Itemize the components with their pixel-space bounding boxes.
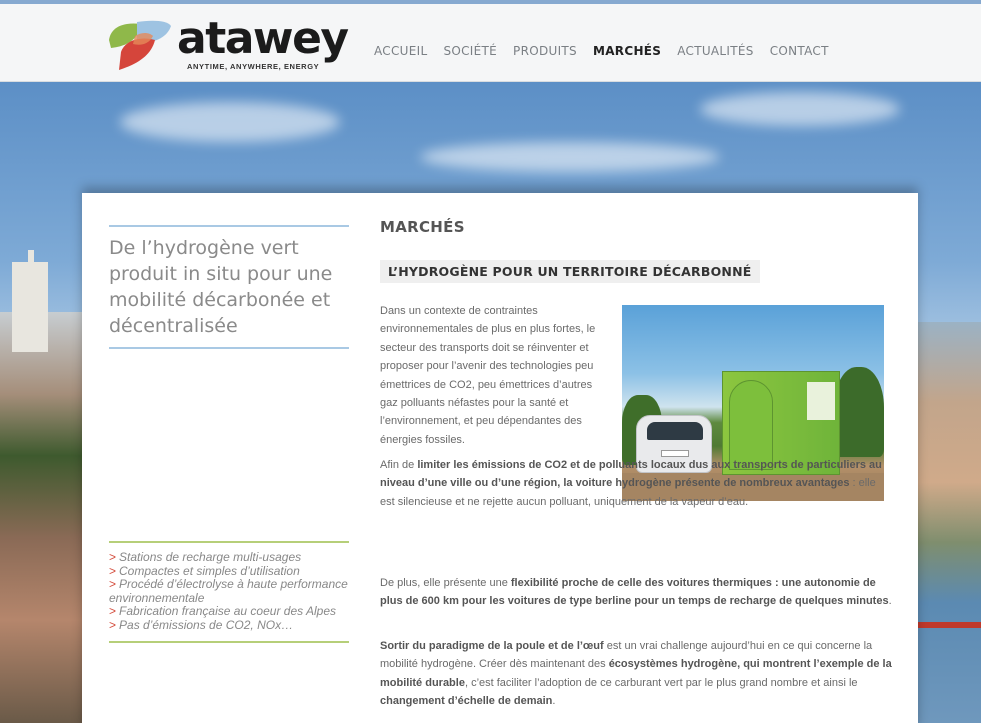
nav-item-accueil[interactable]: ACCUEIL: [374, 44, 427, 58]
leaf-logo-icon: [109, 20, 171, 70]
paragraph-emissions: Afin de limiter les émissions de CO2 et …: [380, 459, 882, 508]
paragraph-flexibility: De plus, elle présente une flexibilité p…: [380, 577, 892, 608]
arrow-icon: >: [109, 577, 117, 592]
nav-item-contact[interactable]: CONTACT: [770, 44, 829, 58]
nav-item-actualites[interactable]: ACTUALITÉS: [677, 44, 753, 58]
nav-item-produits[interactable]: PRODUITS: [513, 44, 577, 58]
list-item: > Fabrication française au coeur des Alpe…: [109, 604, 337, 619]
site-logo[interactable]: atawey ANYTIME, ANYWHERE, ENERGY: [107, 14, 352, 76]
arrow-icon: >: [109, 550, 117, 564]
tower-spire-icon: [28, 250, 34, 270]
divider: [109, 640, 349, 643]
feature-list: > Stations de recharge multi-usages > Comp…: [109, 543, 349, 641]
sidebar-tagline: De l’hydrogène vert produit in situ pour…: [109, 237, 333, 337]
city-right-scenery: [918, 322, 981, 723]
basilica-icon: [12, 262, 48, 352]
list-item: > Procédé d’électrolyse à haute performan…: [109, 577, 348, 605]
paragraph-paradigm: Sortir du paradigme de la poule et de l’…: [380, 640, 892, 708]
list-item: > Compactes et simples d’utilisation: [109, 563, 300, 578]
site-header: atawey ANYTIME, ANYWHERE, ENERGY ACCUEIL…: [0, 4, 981, 82]
sidebar-tagline-block: De l’hydrogène vert produit in situ pour…: [109, 225, 349, 349]
list-item: > Stations de recharge multi-usages: [109, 550, 302, 564]
list-item: > Pas d’émissions de CO2, NOx…: [109, 617, 294, 632]
main-nav: ACCUEIL SOCIÉTÉ PRODUITS MARCHÉS ACTUALI…: [374, 44, 845, 58]
main-content: MARCHÉS L’HYDROGÈNE POUR UN TERRITOIRE D…: [380, 218, 892, 707]
logo-tagline: ANYTIME, ANYWHERE, ENERGY: [187, 62, 320, 71]
content-panel: De l’hydrogène vert produit in situ pour…: [82, 193, 918, 723]
arrow-icon: >: [109, 604, 117, 619]
sidebar-features: > Stations de recharge multi-usages > Comp…: [109, 541, 349, 643]
arrow-icon: >: [109, 617, 117, 632]
paragraph-context: Dans un contexte de contraintes environn…: [380, 305, 596, 446]
page-title: MARCHÉS: [380, 218, 465, 236]
section-title: L’HYDROGÈNE POUR UN TERRITOIRE DÉCARBONN…: [380, 260, 760, 283]
logo-wordmark: atawey: [177, 13, 349, 64]
bridge-icon: [918, 622, 981, 628]
city-left-scenery: [0, 312, 90, 723]
nav-item-societe[interactable]: SOCIÉTÉ: [443, 44, 497, 58]
nav-item-marches[interactable]: MARCHÉS: [593, 44, 661, 58]
arrow-icon: >: [109, 563, 117, 578]
divider: [109, 347, 349, 349]
